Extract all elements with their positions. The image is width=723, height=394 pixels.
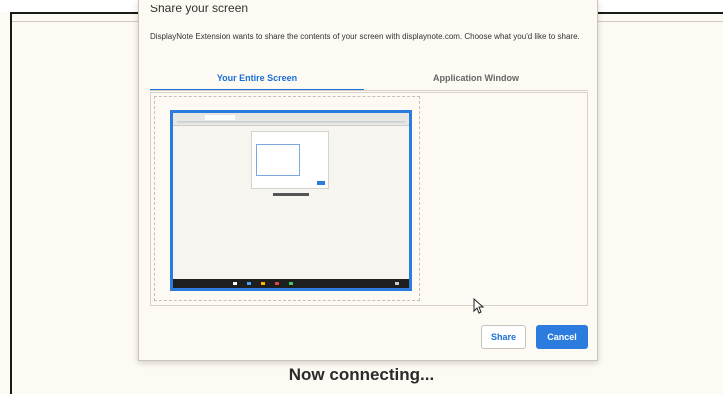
thumbnail-status-text [273,193,309,196]
tab-entire-screen[interactable]: Your Entire Screen [150,71,364,91]
tab-application-window[interactable]: Application Window [364,71,588,91]
cancel-button[interactable]: Cancel [536,325,588,349]
screen-option-frame[interactable] [154,96,420,301]
tab-divider [150,90,588,91]
thumbnail-browser-chrome [173,113,409,126]
thumbnail-taskbar [173,279,409,288]
thumbnail-dialog [251,131,329,189]
divider-left [12,21,138,22]
mouse-cursor-icon [473,298,485,314]
divider-right [598,21,723,22]
screen-thumbnail[interactable] [170,110,412,291]
dialog-title: Share your screen [150,5,249,15]
connecting-message: Now connecting... [288,365,435,384]
share-button[interactable]: Share [481,325,526,349]
screen-picker-panel [150,92,588,306]
frame-left-border [10,12,12,394]
dialog-description: DisplayNote Extension wants to share the… [150,32,580,41]
share-screen-dialog: Share your screen DisplayNote Extension … [138,0,598,361]
